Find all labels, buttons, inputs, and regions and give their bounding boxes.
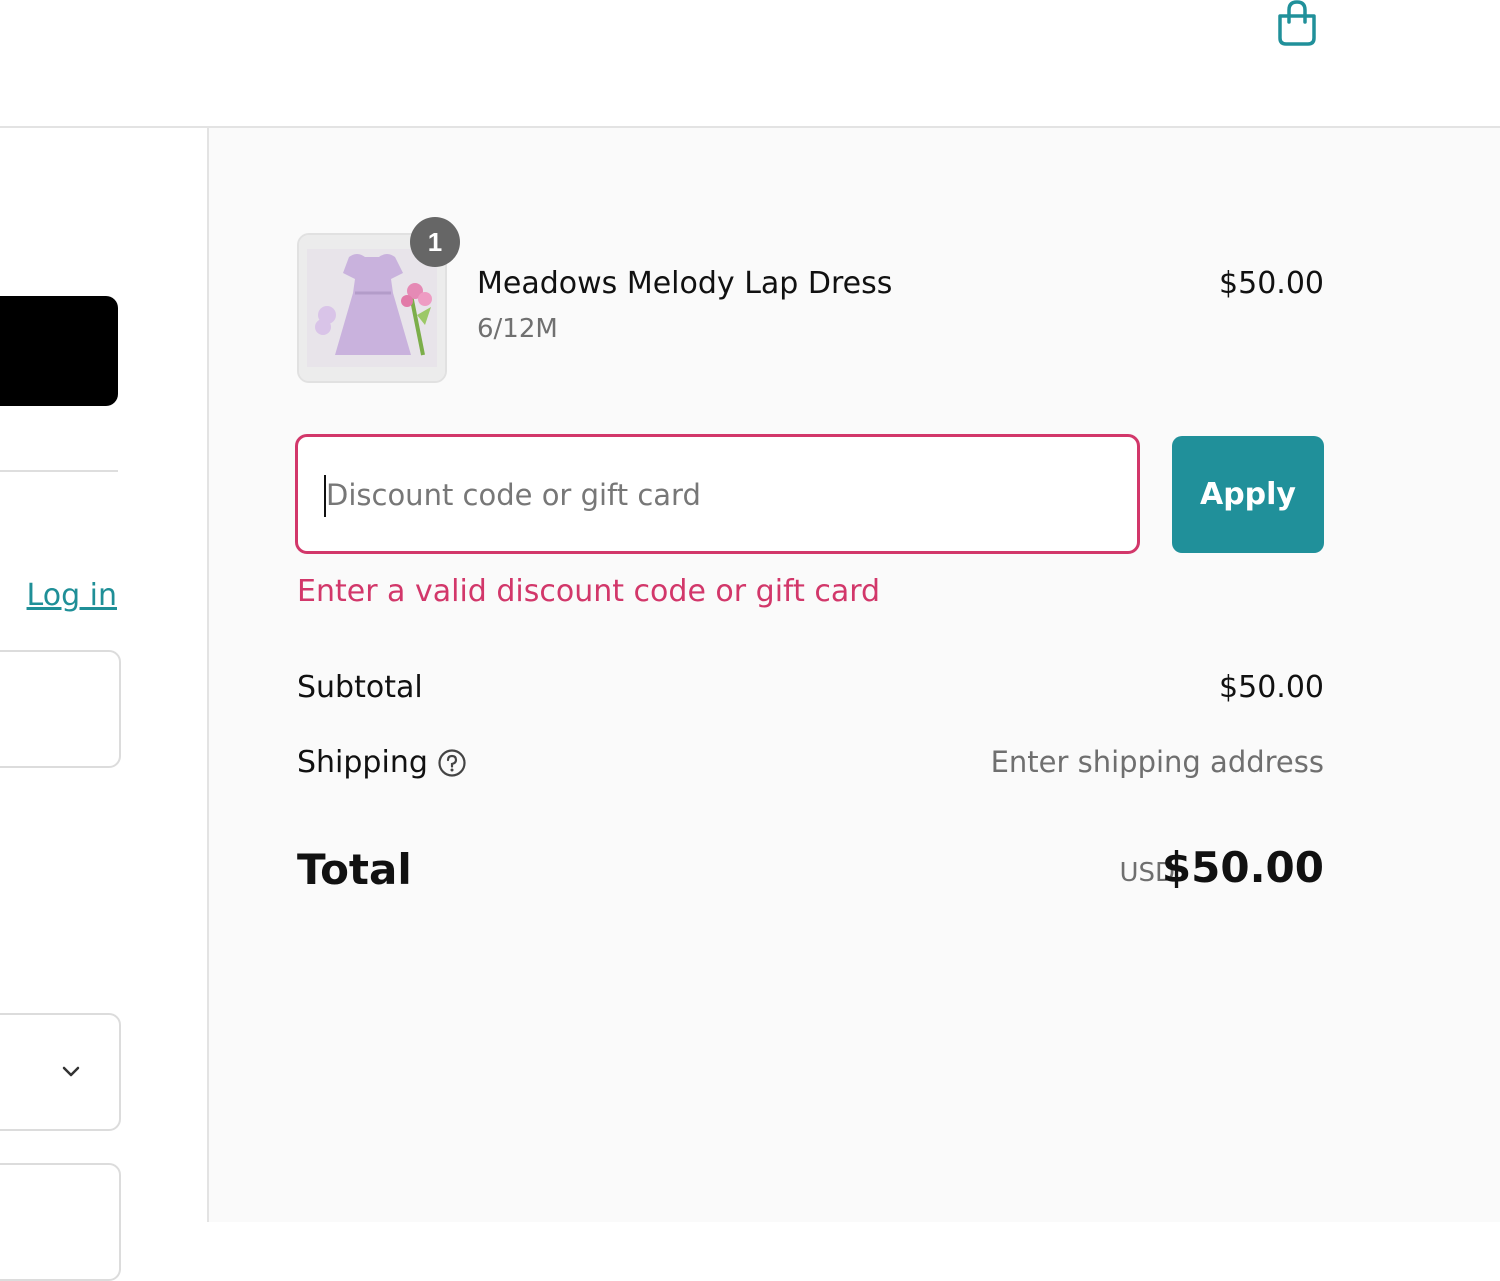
product-name: Meadows Melody Lap Dress xyxy=(477,266,893,301)
discount-field[interactable] xyxy=(295,434,1140,554)
discount-error-message: Enter a valid discount code or gift card xyxy=(297,574,881,609)
checkout-form-column: Log in xyxy=(0,128,207,1281)
contact-field[interactable] xyxy=(0,650,121,768)
subtotal-value: $50.00 xyxy=(1219,670,1324,705)
total-label: Total xyxy=(297,845,412,894)
total-value: $50.00 xyxy=(1161,843,1324,892)
product-variant: 6/12M xyxy=(477,314,558,344)
checkout-header xyxy=(0,0,1500,128)
chevron-down-icon xyxy=(62,1066,80,1077)
log-in-link[interactable]: Log in xyxy=(27,578,117,613)
product-price: $50.00 xyxy=(1219,266,1324,301)
quantity-badge: 1 xyxy=(410,217,460,267)
subtotal-label: Subtotal xyxy=(297,670,423,705)
shipping-value: Enter shipping address xyxy=(990,745,1324,779)
discount-input[interactable] xyxy=(324,437,1108,553)
text-caret xyxy=(324,475,326,517)
express-checkout-button[interactable] xyxy=(0,296,118,406)
shopping-bag-icon[interactable] xyxy=(1276,0,1318,46)
name-field[interactable] xyxy=(0,1163,121,1281)
question-circle-icon[interactable] xyxy=(437,748,467,778)
divider xyxy=(0,470,118,472)
apply-button[interactable]: Apply xyxy=(1172,436,1324,553)
country-select[interactable] xyxy=(0,1013,121,1131)
shipping-label: Shipping xyxy=(297,745,428,780)
